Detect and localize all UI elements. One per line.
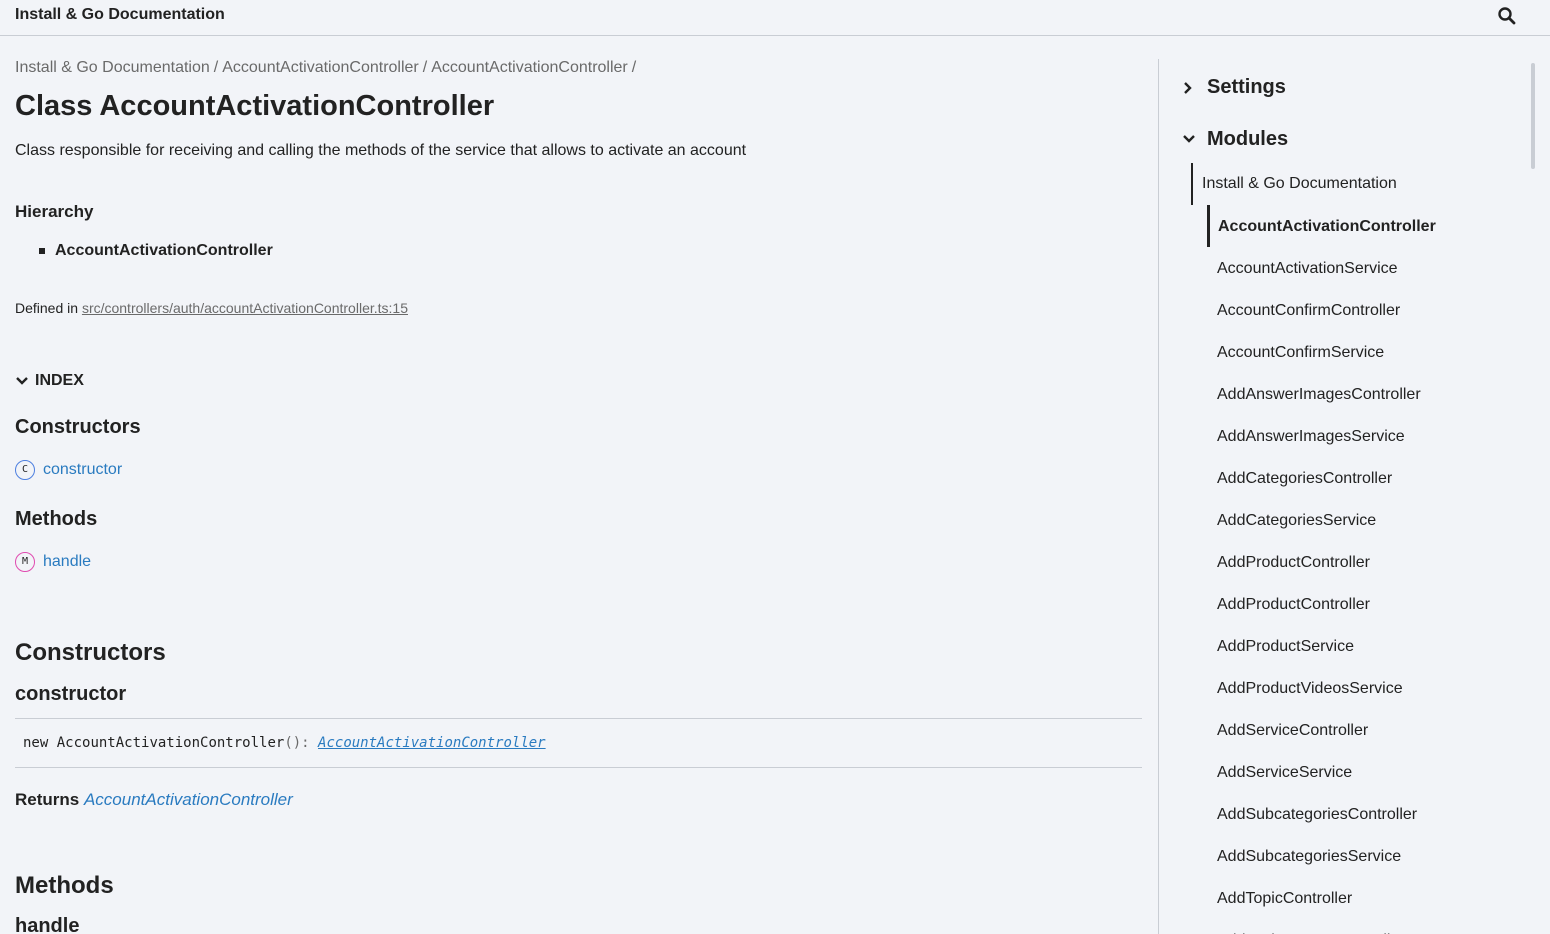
module-item[interactable]: AddTopicImagesController xyxy=(1207,919,1517,934)
defined-in-label: Defined in xyxy=(15,300,79,316)
modules-label: Modules xyxy=(1207,128,1289,150)
breadcrumb-separator: / xyxy=(631,59,637,76)
module-item[interactable]: AddProductController xyxy=(1207,541,1517,583)
breadcrumb-item[interactable]: AccountActivationController xyxy=(222,59,419,76)
module-item-label: AccountConfirmService xyxy=(1217,344,1385,361)
module-item[interactable]: AccountActivationService xyxy=(1207,247,1517,289)
constructors-section-heading: Constructors xyxy=(15,639,166,666)
module-item[interactable]: AddServiceController xyxy=(1207,709,1517,751)
module-item[interactable]: AddAnswerImagesService xyxy=(1207,415,1517,457)
module-item[interactable]: AddCategoriesController xyxy=(1207,457,1517,499)
module-item-label: AddCategoriesService xyxy=(1217,512,1377,529)
toolbar: Install & Go Documentation xyxy=(0,0,1550,36)
method-kind-icon: M xyxy=(15,552,35,572)
defined-in: Defined in src/controllers/auth/accountA… xyxy=(15,300,408,316)
bullet-icon xyxy=(39,248,45,254)
chevron-down-icon xyxy=(1183,135,1195,143)
module-item-label: AddCategoriesController xyxy=(1217,470,1393,487)
module-item[interactable]: AddProductController xyxy=(1207,583,1517,625)
main-content: Install & Go Documentation / AccountActiva… xyxy=(15,36,1142,934)
returns-label: Returns xyxy=(15,790,80,809)
module-item-label: AddProductController xyxy=(1217,596,1370,613)
search-icon[interactable] xyxy=(1497,6,1517,26)
module-item-label: AddAnswerImagesService xyxy=(1217,428,1405,445)
signature-return-type[interactable]: AccountActivationController xyxy=(318,735,546,751)
module-item[interactable]: AddCategoriesService xyxy=(1207,499,1517,541)
module-item-label: AddTopicController xyxy=(1217,890,1353,907)
index-method-label[interactable]: handle xyxy=(43,553,91,571)
sidebar: Settings Modules Install & Go Documentat… xyxy=(1176,60,1526,934)
module-root[interactable]: Install & Go Documentation xyxy=(1191,163,1521,205)
module-item-label: AddSubcategoriesService xyxy=(1217,848,1402,865)
source-link[interactable]: src/controllers/auth/accountActivationCo… xyxy=(82,300,408,316)
module-item-label: AddServiceController xyxy=(1217,722,1369,739)
module-item-label: AddAnswerImagesController xyxy=(1217,386,1421,403)
module-item-label: AddProductService xyxy=(1217,638,1354,655)
constructor-signature: new AccountActivationController(): Accou… xyxy=(15,718,1142,768)
module-item-label: AccountConfirmController xyxy=(1217,302,1401,319)
module-root-label: Install & Go Documentation xyxy=(1202,175,1397,192)
module-item[interactable]: AddProductVideosService xyxy=(1207,667,1517,709)
chevron-down-icon xyxy=(16,377,28,385)
module-item[interactable]: AddSubcategoriesService xyxy=(1207,835,1517,877)
column-divider xyxy=(1158,59,1159,934)
breadcrumb: Install & Go Documentation / AccountActiva… xyxy=(15,59,640,77)
signature-name: AccountActivationController xyxy=(56,735,285,751)
module-item[interactable]: AddTopicController xyxy=(1207,877,1517,919)
page-title: Class AccountActivationController xyxy=(15,90,495,122)
module-item[interactable]: AccountConfirmService xyxy=(1207,331,1517,373)
methods-section-heading: Methods xyxy=(15,872,114,899)
signature-parens: (): xyxy=(284,735,319,751)
method-member-heading: handle xyxy=(15,915,80,934)
index-toggle-label: INDEX xyxy=(35,372,84,389)
index-constructors-heading: Constructors xyxy=(15,416,141,438)
site-title[interactable]: Install & Go Documentation xyxy=(15,6,225,24)
hierarchy-item-label: AccountActivationController xyxy=(55,242,273,259)
breadcrumb-separator: / xyxy=(213,59,219,76)
sidebar-scrollbar[interactable] xyxy=(1531,63,1535,169)
module-item-label: AccountActivationController xyxy=(1218,218,1436,235)
signature-keyword: new xyxy=(23,735,49,751)
breadcrumb-item[interactable]: Install & Go Documentation xyxy=(15,59,210,76)
class-summary: Class responsible for receiving and call… xyxy=(15,142,747,159)
module-item-label: AddServiceService xyxy=(1217,764,1353,781)
module-item-active[interactable]: AccountActivationController xyxy=(1207,205,1517,247)
breadcrumb-item[interactable]: AccountActivationController xyxy=(431,59,628,76)
returns-type-link[interactable]: AccountActivationController xyxy=(84,790,293,809)
chevron-right-icon xyxy=(1184,82,1192,94)
index-methods-heading: Methods xyxy=(15,508,98,530)
module-item-label: AccountActivationService xyxy=(1217,260,1398,277)
constructor-member-heading: constructor xyxy=(15,683,127,705)
module-item-label: AddProductController xyxy=(1217,554,1370,571)
module-item[interactable]: AddProductService xyxy=(1207,625,1517,667)
module-item-label: AddSubcategoriesController xyxy=(1217,806,1418,823)
module-item[interactable]: AddAnswerImagesController xyxy=(1207,373,1517,415)
breadcrumb-separator: / xyxy=(422,59,428,76)
settings-label: Settings xyxy=(1207,76,1286,98)
returns-line: Returns AccountActivationController xyxy=(15,790,293,810)
module-item-label: AddProductVideosService xyxy=(1217,680,1403,697)
hierarchy-heading: Hierarchy xyxy=(15,202,94,221)
module-item[interactable]: AddServiceService xyxy=(1207,751,1517,793)
constructor-kind-icon: C xyxy=(15,460,35,480)
module-item[interactable]: AddSubcategoriesController xyxy=(1207,793,1517,835)
module-item[interactable]: AccountConfirmController xyxy=(1207,289,1517,331)
index-constructor-label[interactable]: constructor xyxy=(43,461,122,479)
